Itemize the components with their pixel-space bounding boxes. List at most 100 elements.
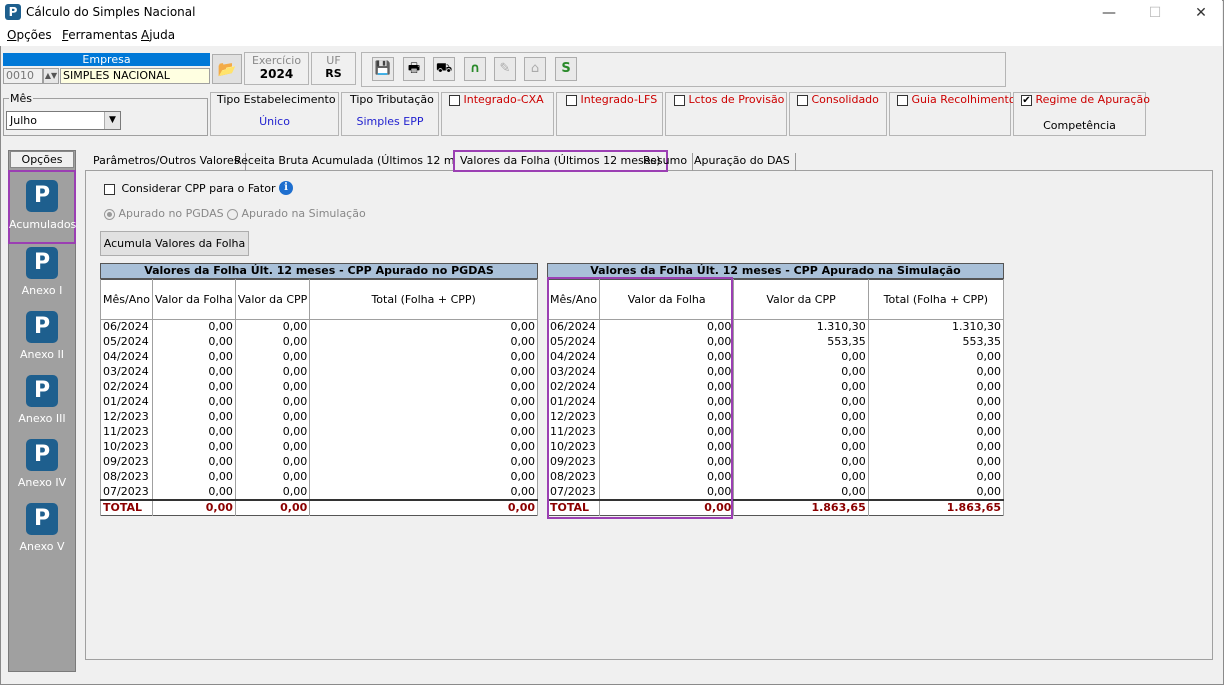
tab-parametros[interactable]: Parâmetros/Outros Valores: [88, 153, 246, 171]
regime-apuracao-checkbox[interactable]: ✔ Regime de Apuração: [1021, 93, 1150, 106]
integrado-lfs-checkbox[interactable]: Integrado-LFS: [566, 93, 657, 106]
table-row[interactable]: 07/2023 0,00 0,00 0,00: [100, 484, 538, 500]
cell-value[interactable]: 0,00: [151, 319, 236, 335]
lock-button[interactable]: ∩: [464, 57, 486, 81]
cell-mes[interactable]: 11/2023: [100, 424, 153, 440]
cell-mes[interactable]: 04/2024: [100, 349, 153, 365]
cell-value[interactable]: 0,00: [733, 439, 869, 455]
cell-value[interactable]: 0,00: [309, 439, 538, 455]
cell-value[interactable]: 553,35: [733, 334, 869, 350]
cell-value[interactable]: 0,00: [151, 364, 236, 380]
sidebar-item-anexo-v[interactable]: P Anexo V: [9, 503, 75, 553]
cell-mes[interactable]: 05/2024: [100, 334, 153, 350]
cell-value[interactable]: 0,00: [867, 379, 1005, 395]
sidebar-item-anexo-ii[interactable]: P Anexo II: [9, 311, 75, 361]
minimize-button[interactable]: —: [1086, 0, 1132, 26]
cell-value[interactable]: 0,00: [234, 484, 311, 500]
cell-value[interactable]: 0,00: [733, 364, 869, 380]
cell-value[interactable]: 0,00: [867, 349, 1005, 365]
cell-mes[interactable]: 01/2024: [100, 394, 153, 410]
menu-ferramentas[interactable]: Ferramentas: [62, 28, 138, 42]
sidebar-item-anexo-i[interactable]: P Anexo I: [9, 247, 75, 297]
cell-value[interactable]: 0,00: [234, 469, 311, 485]
cell-value[interactable]: 0,00: [733, 469, 869, 485]
cell-mes[interactable]: 10/2023: [100, 439, 153, 455]
sidebar-item-anexo-iii[interactable]: P Anexo III: [9, 375, 75, 425]
table-row[interactable]: 12/2023 0,00 0,00 0,00: [100, 409, 538, 425]
tab-receita-bruta[interactable]: Receita Bruta Acumulada (Últimos 12 mese…: [229, 153, 490, 171]
cell-mes[interactable]: 03/2024: [100, 364, 153, 380]
cell-value[interactable]: 0,00: [309, 349, 538, 365]
cell-value[interactable]: 0,00: [234, 379, 311, 395]
cell-value[interactable]: 0,00: [309, 409, 538, 425]
cell-value[interactable]: 0,00: [234, 394, 311, 410]
guia-recolhimento-checkbox[interactable]: Guia Recolhimento: [897, 93, 1016, 106]
integrado-cxa-checkbox[interactable]: Integrado-CXA: [449, 93, 544, 106]
open-folder-button[interactable]: 📂: [212, 54, 242, 84]
empresa-code-spinner[interactable]: ▲▼: [43, 68, 59, 84]
info-icon[interactable]: i: [279, 181, 293, 195]
cell-value[interactable]: 0,00: [234, 439, 311, 455]
maximize-button[interactable]: ☐: [1132, 0, 1178, 26]
cell-value[interactable]: 0,00: [151, 349, 236, 365]
table-row[interactable]: 03/2024 0,00 0,00 0,00: [100, 364, 538, 380]
export-button[interactable]: ⛟: [433, 57, 455, 81]
menu-ajuda[interactable]: Ajuda: [141, 28, 175, 42]
cell-value[interactable]: 0,00: [733, 394, 869, 410]
tab-valores-folha[interactable]: Valores da Folha (Últimos 12 meses): [453, 150, 668, 172]
cell-value[interactable]: 0,00: [309, 334, 538, 350]
cell-mes[interactable]: 07/2023: [100, 484, 153, 500]
cell-value[interactable]: 0,00: [151, 394, 236, 410]
tab-apuracao-das[interactable]: Apuração do DAS: [689, 153, 796, 171]
cell-mes[interactable]: 09/2023: [100, 454, 153, 470]
cell-value[interactable]: 0,00: [234, 319, 311, 335]
cell-value[interactable]: 0,00: [733, 349, 869, 365]
save-button[interactable]: 💾: [372, 57, 394, 81]
acumula-valores-button[interactable]: Acumula Valores da Folha: [100, 231, 249, 256]
cell-value[interactable]: 0,00: [234, 454, 311, 470]
col-header-cpp[interactable]: Valor da CPP: [234, 279, 311, 320]
radio-apurado-simulacao[interactable]: Apurado na Simulação: [227, 207, 366, 220]
empresa-code-field[interactable]: 0010: [3, 68, 43, 84]
table-row[interactable]: 02/2024 0,00 0,00 0,00: [100, 379, 538, 395]
cell-value[interactable]: 0,00: [733, 409, 869, 425]
table-row[interactable]: 09/2023 0,00 0,00 0,00: [100, 454, 538, 470]
mes-select[interactable]: Julho ▼: [6, 111, 121, 130]
cell-value[interactable]: 0,00: [867, 469, 1005, 485]
print-button[interactable]: 🖶: [403, 57, 425, 81]
cell-value[interactable]: 0,00: [309, 454, 538, 470]
cell-value[interactable]: 0,00: [151, 469, 236, 485]
cell-value[interactable]: 0,00: [234, 409, 311, 425]
cell-value[interactable]: 0,00: [867, 454, 1005, 470]
lock-disabled-button[interactable]: ⌂: [524, 57, 546, 81]
cell-value[interactable]: 0,00: [309, 394, 538, 410]
tab-resumo[interactable]: Resumo: [638, 153, 694, 171]
table-row[interactable]: 10/2023 0,00 0,00 0,00: [100, 439, 538, 455]
cell-value[interactable]: 0,00: [867, 484, 1005, 500]
cell-value[interactable]: 0,00: [151, 379, 236, 395]
cell-value[interactable]: 0,00: [234, 349, 311, 365]
table-row[interactable]: 06/2024 0,00 0,00 0,00: [100, 319, 538, 335]
cell-mes[interactable]: 08/2023: [100, 469, 153, 485]
cell-value[interactable]: 0,00: [867, 424, 1005, 440]
table-row[interactable]: 04/2024 0,00 0,00 0,00: [100, 349, 538, 365]
chevron-down-icon[interactable]: ▼: [104, 112, 120, 129]
empresa-name-field[interactable]: SIMPLES NACIONAL: [60, 68, 210, 84]
cell-value[interactable]: 1.310,30: [867, 319, 1005, 335]
col-header-total[interactable]: Total (Folha + CPP): [309, 279, 538, 320]
sidebar-item-anexo-iv[interactable]: P Anexo IV: [9, 439, 75, 489]
refresh-button[interactable]: S: [555, 57, 577, 81]
cell-value[interactable]: 0,00: [151, 424, 236, 440]
cell-value[interactable]: 0,00: [867, 439, 1005, 455]
cell-value[interactable]: 0,00: [733, 379, 869, 395]
cell-value[interactable]: 0,00: [151, 454, 236, 470]
table-row[interactable]: 11/2023 0,00 0,00 0,00: [100, 424, 538, 440]
cell-value[interactable]: 0,00: [151, 334, 236, 350]
cpp-fator-r-checkbox[interactable]: Considerar CPP para o Fator R: [104, 182, 287, 195]
cell-value[interactable]: 0,00: [867, 409, 1005, 425]
cell-value[interactable]: 0,00: [309, 364, 538, 380]
cell-value[interactable]: 0,00: [234, 364, 311, 380]
cell-value[interactable]: 0,00: [733, 424, 869, 440]
menu-opcoes[interactable]: Opções: [7, 28, 52, 42]
cell-value[interactable]: 553,35: [867, 334, 1005, 350]
